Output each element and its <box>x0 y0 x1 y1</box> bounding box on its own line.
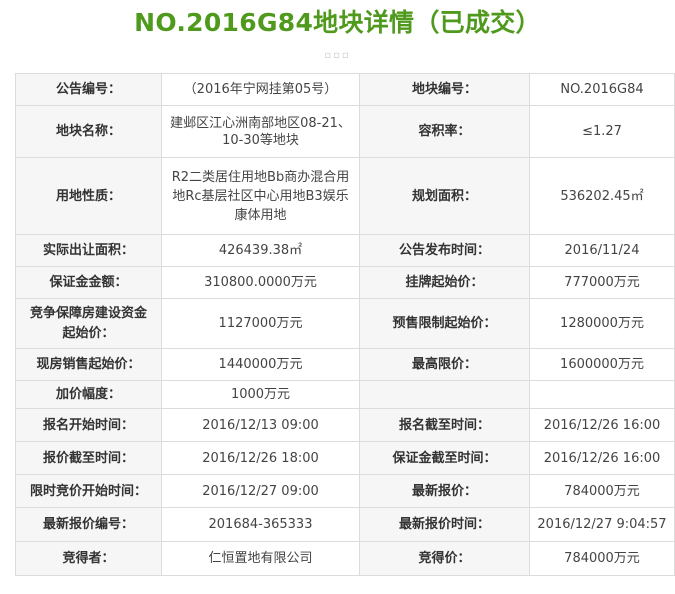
label-deposit-end: 保证金截至时间： <box>359 441 530 475</box>
value-final-price: 784000万元 <box>529 541 675 576</box>
label-signup-end: 报名截至时间： <box>359 408 530 442</box>
label-signup-start: 报名开始时间： <box>15 408 162 442</box>
value-announce-date: 2016/11/24 <box>529 234 675 267</box>
label-plot-ratio: 容积率： <box>359 105 530 158</box>
value-deposit-end: 2016/12/26 16:00 <box>529 441 675 475</box>
table-row: 保证金金额： 310800.0000万元 挂牌起始价： 777000万元 <box>15 266 675 299</box>
value-latest-bid-time: 2016/12/27 9:04:57 <box>529 507 675 542</box>
table-row: 实际出让面积： 426439.38㎡ 公告发布时间： 2016/11/24 <box>15 234 675 267</box>
label-spot-sale-start: 现房销售起始价： <box>15 348 162 381</box>
label-start-price: 挂牌起始价： <box>359 266 530 299</box>
value-housing-fund-start: 1127000万元 <box>161 298 360 349</box>
table-row: 最新报价编号： 201684-365333 最新报价时间： 2016/12/27… <box>15 507 675 542</box>
value-winner: 仁恒置地有限公司 <box>161 541 360 576</box>
label-planned-area: 规划面积： <box>359 157 530 235</box>
label-latest-bid-time: 最新报价时间： <box>359 507 530 542</box>
table-row: 报价截至时间： 2016/12/26 18:00 保证金截至时间： 2016/1… <box>15 441 675 475</box>
label-winner: 竞得者： <box>15 541 162 576</box>
label-latest-bid-no: 最新报价编号： <box>15 507 162 542</box>
value-spot-sale-start: 1440000万元 <box>161 348 360 381</box>
label-max-price: 最高限价： <box>359 348 530 381</box>
label-increment: 加价幅度： <box>15 380 162 409</box>
table-row: 公告编号： （2016年宁网挂第05号） 地块编号： NO.2016G84 <box>15 73 675 106</box>
value-announcement-no: （2016年宁网挂第05号） <box>161 73 360 106</box>
value-bid-end: 2016/12/26 18:00 <box>161 441 360 475</box>
label-land-use: 用地性质： <box>15 157 162 235</box>
table-row: 地块名称： 建邺区江心洲南部地区08-21、 10-30等地块 容积率： ≤1.… <box>15 105 675 158</box>
table-row: 竞争保障房建设资金 起始价： 1127000万元 预售限制起始价： 128000… <box>15 298 675 349</box>
value-empty <box>529 380 675 409</box>
value-signup-start: 2016/12/13 09:00 <box>161 408 360 442</box>
value-parcel-no: NO.2016G84 <box>529 73 675 106</box>
table-row: 加价幅度： 1000万元 <box>15 380 675 409</box>
label-actual-area: 实际出让面积： <box>15 234 162 267</box>
label-latest-bid: 最新报价： <box>359 474 530 508</box>
value-max-price: 1600000万元 <box>529 348 675 381</box>
label-housing-fund-start: 竞争保障房建设资金 起始价： <box>15 298 162 349</box>
land-detail-table: 公告编号： （2016年宁网挂第05号） 地块编号： NO.2016G84 地块… <box>15 73 675 576</box>
value-signup-end: 2016/12/26 16:00 <box>529 408 675 442</box>
label-bid-end: 报价截至时间： <box>15 441 162 475</box>
value-planned-area: 536202.45㎡ <box>529 157 675 235</box>
value-plot-ratio: ≤1.27 <box>529 105 675 158</box>
value-deposit: 310800.0000万元 <box>161 266 360 299</box>
value-start-price: 777000万元 <box>529 266 675 299</box>
title-divider: ▫▫▫ <box>324 50 351 61</box>
value-parcel-name: 建邺区江心洲南部地区08-21、 10-30等地块 <box>161 105 360 158</box>
page-title: NO.2016G84地块详情（已成交） <box>134 8 541 37</box>
label-parcel-name: 地块名称： <box>15 105 162 158</box>
value-latest-bid-no: 201684-365333 <box>161 507 360 542</box>
value-land-use: R2二类居住用地Bb商办混合用 地Rc基层社区中心用地B3娱乐 康体用地 <box>161 157 360 235</box>
label-deposit: 保证金金额： <box>15 266 162 299</box>
label-announce-date: 公告发布时间： <box>359 234 530 267</box>
table-row: 现房销售起始价： 1440000万元 最高限价： 1600000万元 <box>15 348 675 381</box>
value-increment: 1000万元 <box>161 380 360 409</box>
label-presale-limit-start: 预售限制起始价： <box>359 298 530 349</box>
table-row: 竞得者： 仁恒置地有限公司 竞得价： 784000万元 <box>15 541 675 576</box>
label-timed-bid-start: 限时竞价开始时间： <box>15 474 162 508</box>
label-empty <box>359 380 530 409</box>
value-actual-area: 426439.38㎡ <box>161 234 360 267</box>
value-presale-limit-start: 1280000万元 <box>529 298 675 349</box>
label-parcel-no: 地块编号： <box>359 73 530 106</box>
value-latest-bid: 784000万元 <box>529 474 675 508</box>
table-row: 限时竞价开始时间： 2016/12/27 09:00 最新报价： 784000万… <box>15 474 675 508</box>
label-announcement-no: 公告编号： <box>15 73 162 106</box>
value-timed-bid-start: 2016/12/27 09:00 <box>161 474 360 508</box>
table-row: 报名开始时间： 2016/12/13 09:00 报名截至时间： 2016/12… <box>15 408 675 442</box>
label-final-price: 竞得价： <box>359 541 530 576</box>
table-row: 用地性质： R2二类居住用地Bb商办混合用 地Rc基层社区中心用地B3娱乐 康体… <box>15 157 675 235</box>
